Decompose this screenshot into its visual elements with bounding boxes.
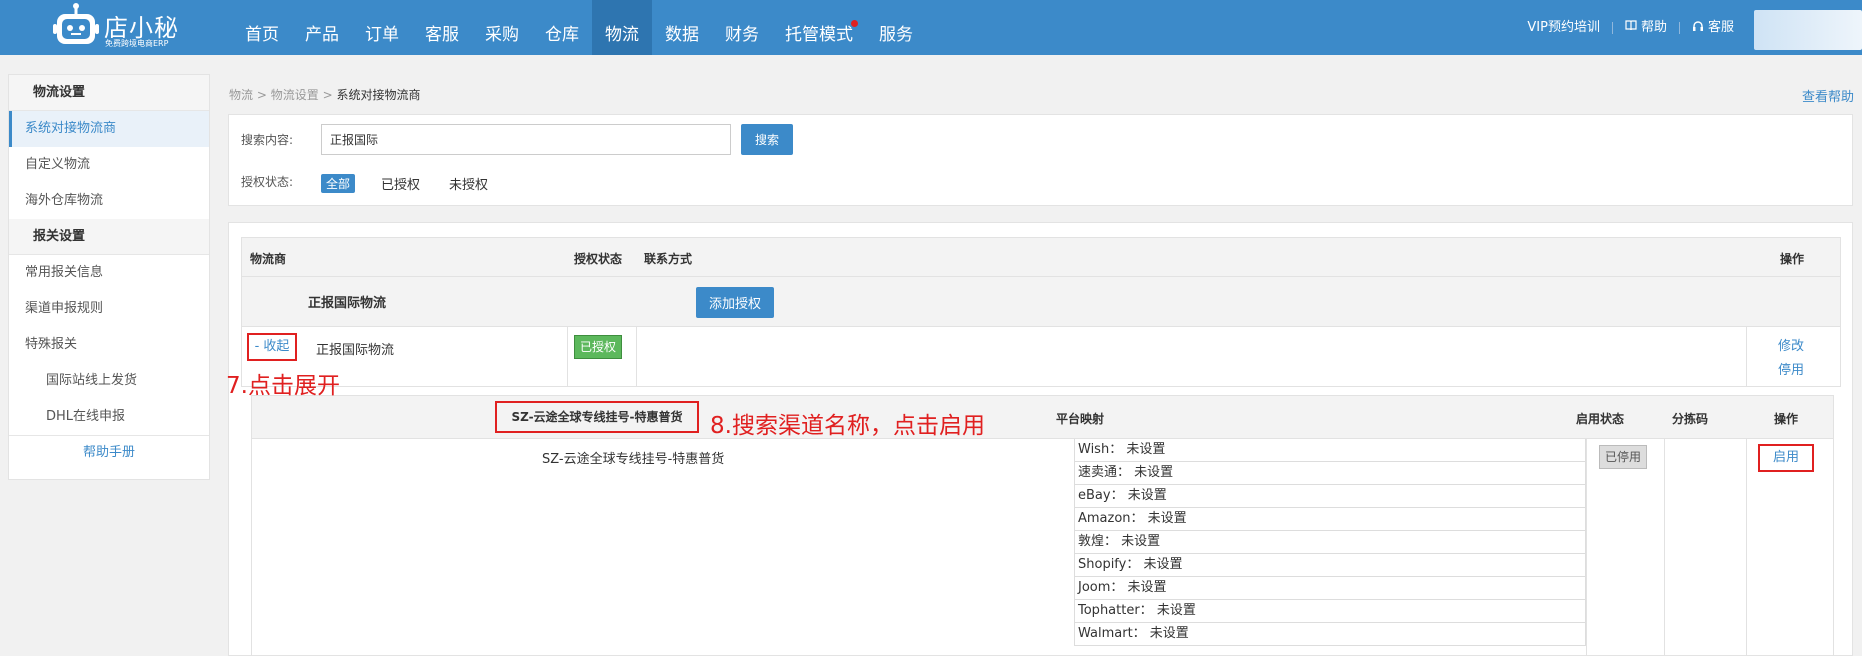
- robot-logo-icon: [53, 3, 99, 44]
- divider: [636, 327, 637, 386]
- enable-channel-button[interactable]: 启用: [1758, 444, 1814, 472]
- disable-link[interactable]: 停用: [1778, 359, 1804, 378]
- carrier-group-row: 正报国际物流 添加授权: [241, 277, 1841, 327]
- nav-warehouse[interactable]: 仓库: [532, 0, 592, 55]
- th-platform-mapping: 平台映射: [1056, 412, 1105, 426]
- breadcrumb-settings[interactable]: 物流设置: [271, 88, 319, 102]
- carrier-table-panel: 物流商 授权状态 联系方式 操作 正报国际物流 添加授权 - 收起 正报国际物流…: [228, 222, 1853, 656]
- th-contact: 联系方式: [644, 252, 693, 266]
- book-icon: [1625, 20, 1637, 31]
- sidebar-item-intl-station[interactable]: 国际站线上发货: [9, 363, 209, 399]
- nav-services[interactable]: 服务: [866, 0, 926, 55]
- nav-logistics[interactable]: 物流: [592, 0, 652, 55]
- sidebar-section-logistics-settings: 物流设置: [9, 75, 209, 111]
- search-input[interactable]: [321, 124, 731, 155]
- divider: [1664, 439, 1665, 656]
- search-panel: 搜索内容: 搜索 授权状态: 全部 已授权 未授权: [228, 114, 1853, 206]
- divider: [567, 327, 568, 386]
- platform-mapping-list: Wish： 未设置 速卖通： 未设置 eBay： 未设置 Amazon： 未设置…: [1074, 439, 1586, 646]
- list-item: Joom： 未设置: [1074, 577, 1586, 600]
- sidebar-item-system-carriers[interactable]: 系统对接物流商: [9, 111, 209, 147]
- th-channel-action: 操作: [1774, 412, 1799, 426]
- table-header: 物流商 授权状态 联系方式 操作: [241, 237, 1841, 277]
- nav-finance[interactable]: 财务: [712, 0, 772, 55]
- channel-search-box[interactable]: SZ-云途全球专线挂号-特惠普货: [495, 401, 699, 433]
- divider: [1746, 327, 1747, 386]
- list-item: 敦煌： 未设置: [1074, 531, 1586, 554]
- sidebar: 物流设置 系统对接物流商 自定义物流 海外仓库物流 报关设置 常用报关信息 渠道…: [8, 74, 210, 480]
- channel-name: SZ-云途全球专线挂号-特惠普货: [542, 452, 725, 467]
- nav-data[interactable]: 数据: [652, 0, 712, 55]
- breadcrumb-logistics[interactable]: 物流: [229, 88, 253, 102]
- breadcrumb-sep: >: [256, 88, 267, 102]
- logo[interactable]: 店小秘 免费跨境电商ERP: [52, 2, 232, 52]
- top-right-links: VIP预约培训 帮助 客服: [1515, 0, 1862, 55]
- help-link[interactable]: 帮助: [1613, 16, 1679, 35]
- th-sort-code: 分拣码: [1672, 412, 1709, 426]
- list-item: Amazon： 未设置: [1074, 508, 1586, 531]
- list-item: Tophatter： 未设置: [1074, 600, 1586, 623]
- service-label: 客服: [1707, 20, 1734, 35]
- service-link[interactable]: 客服: [1680, 16, 1746, 35]
- sidebar-item-overseas-warehouse[interactable]: 海外仓库物流: [9, 183, 209, 219]
- edit-link[interactable]: 修改: [1778, 335, 1804, 354]
- search-label: 搜索内容:: [241, 133, 294, 147]
- divider: [1586, 439, 1587, 656]
- top-navbar: 店小秘 免费跨境电商ERP 首页 产品 订单 客服 采购 仓库 物流 数据 财务…: [0, 0, 1862, 55]
- help-label: 帮助: [1640, 20, 1667, 35]
- collapse-toggle[interactable]: - 收起: [247, 333, 297, 361]
- sidebar-help-manual[interactable]: 帮助手册: [9, 435, 209, 471]
- channel-table-header: SZ-云途全球专线挂号-特惠普货 平台映射 启用状态 分拣码 操作: [251, 395, 1834, 439]
- list-item: 速卖通： 未设置: [1074, 462, 1586, 485]
- breadcrumb-sep: >: [322, 88, 333, 102]
- sidebar-item-dhl-declare[interactable]: DHL在线申报: [9, 399, 209, 435]
- vip-training-label: VIP预约培训: [1527, 20, 1600, 35]
- sidebar-item-channel-rules[interactable]: 渠道申报规则: [9, 291, 209, 327]
- nav-home[interactable]: 首页: [232, 0, 292, 55]
- vip-training-link[interactable]: VIP预约培训: [1515, 16, 1612, 35]
- filter-unauthorized[interactable]: 未授权: [444, 173, 493, 194]
- annotation-step8: 8.搜索渠道名称，点击启用: [710, 413, 985, 439]
- th-carrier: 物流商: [250, 252, 287, 266]
- th-auth-status: 授权状态: [574, 252, 623, 266]
- filter-authorized[interactable]: 已授权: [376, 173, 425, 194]
- list-item: Shopify： 未设置: [1074, 554, 1586, 577]
- auth-status-label: 授权状态:: [241, 175, 294, 189]
- th-action: 操作: [1780, 252, 1805, 266]
- filter-all[interactable]: 全部: [321, 174, 356, 193]
- th-enable-status: 启用状态: [1576, 412, 1625, 426]
- breadcrumb: 物流 > 物流设置 > 系统对接物流商: [229, 86, 420, 103]
- nav-hosting-wrap[interactable]: 托管模式: [772, 0, 866, 55]
- view-help-link[interactable]: 查看帮助: [1802, 86, 1854, 105]
- status-badge: 已授权: [574, 335, 623, 359]
- breadcrumb-current: 系统对接物流商: [336, 88, 421, 102]
- nav-purchase[interactable]: 采购: [472, 0, 532, 55]
- add-authorization-button[interactable]: 添加授权: [696, 287, 774, 318]
- carrier-name: 正报国际物流: [316, 343, 395, 358]
- headset-icon: [1692, 20, 1703, 31]
- notification-dot: [851, 20, 858, 27]
- nav-orders[interactable]: 订单: [352, 0, 412, 55]
- nav-customer-service[interactable]: 客服: [412, 0, 472, 55]
- logo-subtitle: 免费跨境电商ERP: [105, 39, 169, 48]
- table-row: - 收起 正报国际物流 已授权 修改 停用: [241, 327, 1841, 387]
- nav-products[interactable]: 产品: [292, 0, 352, 55]
- list-item: Wish： 未设置: [1074, 439, 1586, 462]
- sidebar-item-customs-info[interactable]: 常用报关信息: [9, 255, 209, 291]
- search-button[interactable]: 搜索: [741, 124, 793, 155]
- sidebar-section-customs-settings: 报关设置: [9, 219, 209, 255]
- sidebar-item-special-customs[interactable]: 特殊报关: [9, 327, 209, 363]
- carrier-group-name: 正报国际物流: [308, 296, 387, 311]
- main-nav: 首页 产品 订单 客服 采购 仓库 物流 数据 财务 托管模式 服务: [232, 0, 926, 55]
- annotation-step7: 7.点击展开: [226, 373, 340, 399]
- list-item: Walmart： 未设置: [1074, 623, 1586, 646]
- sidebar-item-custom-logistics[interactable]: 自定义物流: [9, 147, 209, 183]
- channel-row: SZ-云途全球专线挂号-特惠普货 Wish： 未设置 速卖通： 未设置 eBay…: [251, 439, 1834, 656]
- nav-hosting: 托管模式: [785, 25, 853, 45]
- user-account-box[interactable]: [1754, 9, 1862, 50]
- channel-status-badge: 已停用: [1599, 445, 1648, 469]
- list-item: eBay： 未设置: [1074, 485, 1586, 508]
- divider: [1746, 439, 1747, 656]
